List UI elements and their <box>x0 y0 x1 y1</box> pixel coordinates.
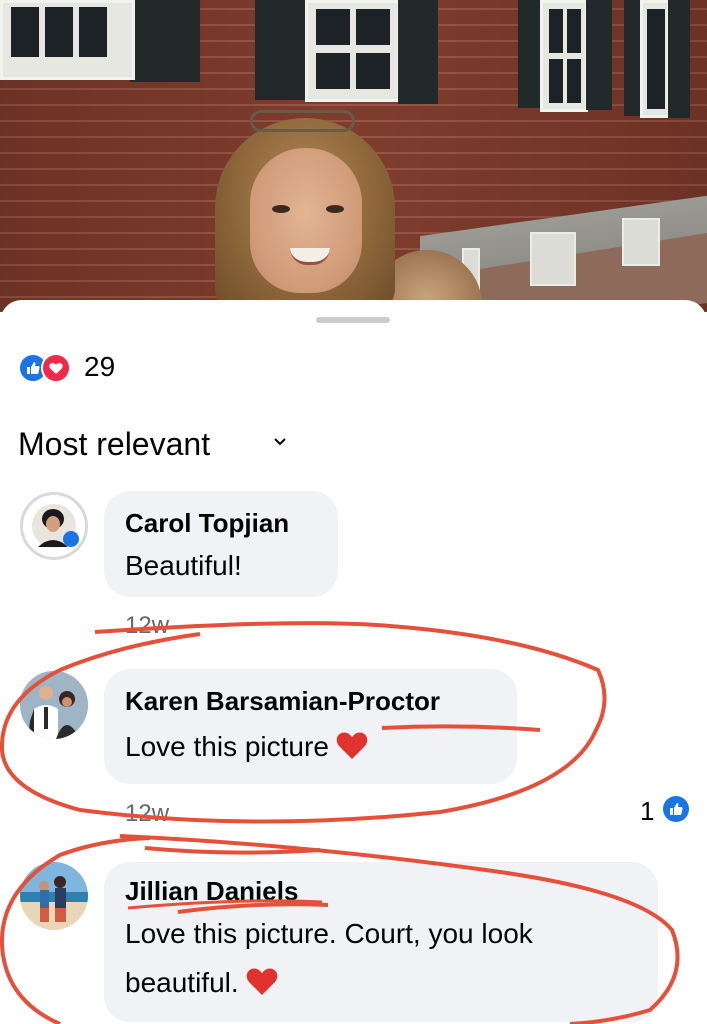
avatar[interactable] <box>20 862 88 930</box>
comment-text: Love this picture <box>125 731 329 762</box>
comment-text-row: Love this picture <box>125 730 369 763</box>
sunglasses <box>250 110 355 132</box>
comment-timestamp[interactable]: 12w <box>125 800 169 828</box>
sort-dropdown[interactable]: Most relevant <box>18 424 210 464</box>
window-shutter <box>398 0 438 104</box>
sheet-grabber[interactable] <box>316 317 390 323</box>
comment-timestamp[interactable]: 12w <box>125 612 169 640</box>
basement-window <box>622 218 660 266</box>
like-icon <box>663 796 689 822</box>
comment-author[interactable]: Karen Barsamian-Proctor <box>125 686 440 717</box>
building-window <box>540 0 588 112</box>
chevron-down-icon[interactable] <box>272 436 288 448</box>
basement-window <box>530 232 576 286</box>
comment-author[interactable]: Jillian Daniels <box>125 876 298 907</box>
comment-like-count[interactable]: 1 <box>640 796 654 826</box>
avatar[interactable] <box>20 671 88 739</box>
reaction-count: 29 <box>84 351 116 382</box>
window-shutter <box>586 0 612 110</box>
building-window <box>305 0 400 102</box>
comment-text-row: beautiful. <box>125 966 279 999</box>
post-photo[interactable] <box>0 0 707 312</box>
avatar[interactable] <box>20 492 88 560</box>
eye <box>326 205 344 213</box>
comment-author[interactable]: Carol Topjian <box>125 508 289 539</box>
comment-text: Beautiful! <box>125 550 242 581</box>
heart-emoji-icon <box>336 732 368 759</box>
window-shutter <box>130 0 200 82</box>
window-shutter <box>255 0 307 100</box>
comment-text: Love this picture. Court, you look <box>125 918 533 949</box>
eye <box>272 205 290 213</box>
love-icon <box>41 353 71 383</box>
window-shutter <box>668 0 690 118</box>
heart-emoji-icon <box>246 968 277 995</box>
woman-face <box>250 148 362 293</box>
building-window <box>0 0 135 80</box>
comment-text: beautiful. <box>125 967 239 998</box>
building-window <box>640 0 670 118</box>
